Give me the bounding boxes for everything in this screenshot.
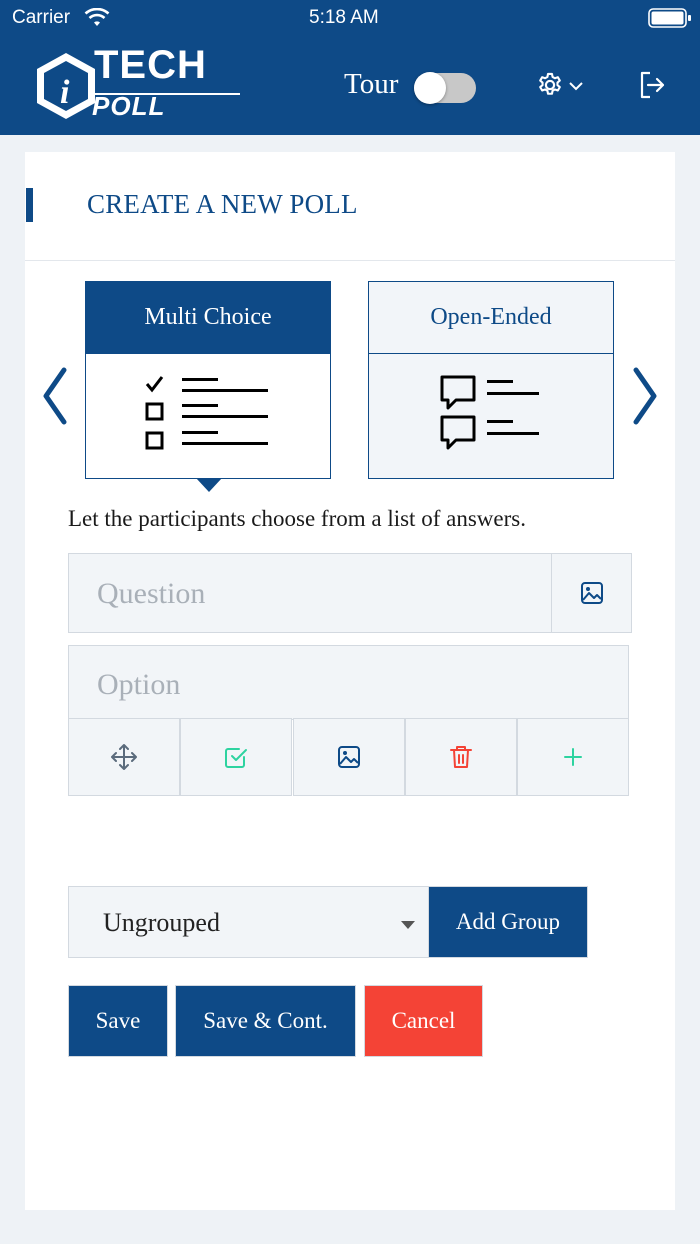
battery-icon <box>648 8 691 28</box>
option-correct-button[interactable] <box>180 718 292 796</box>
add-group-button[interactable]: Add Group <box>428 886 588 958</box>
app-logo: i TECH POLL <box>34 43 244 125</box>
poll-type-label: Open-Ended <box>369 282 613 354</box>
option-add-button[interactable] <box>517 718 629 796</box>
chat-list-icon <box>440 375 539 450</box>
question-placeholder: Question <box>97 577 206 610</box>
title-divider <box>25 260 675 261</box>
page-title: CREATE A NEW POLL <box>87 189 358 219</box>
cancel-button[interactable]: Cancel <box>364 985 483 1057</box>
option-move-button[interactable] <box>68 718 180 796</box>
logo-text-tech: TECH <box>94 43 207 87</box>
question-image-button[interactable] <box>551 553 632 633</box>
clock: 5:18 AM <box>309 7 379 28</box>
logo-hexagon-icon: i <box>37 53 95 119</box>
poll-type-open-ended[interactable]: Open-Ended <box>368 281 614 479</box>
dropdown-caret-icon <box>401 921 415 929</box>
carrier-label: Carrier <box>12 7 71 28</box>
carousel-next-icon[interactable] <box>630 366 662 426</box>
tour-toggle[interactable] <box>414 72 476 104</box>
settings-menu-button[interactable] <box>536 70 588 102</box>
chevron-down-icon <box>569 82 583 91</box>
save-continue-button[interactable]: Save & Cont. <box>175 985 356 1057</box>
trash-icon <box>450 746 472 768</box>
poll-type-multi-choice[interactable]: Multi Choice <box>85 281 331 479</box>
group-select-value: Ungrouped <box>103 908 220 937</box>
option-input[interactable]: Option <box>68 645 629 720</box>
checklist-icon <box>145 376 268 450</box>
option-image-button[interactable] <box>293 718 405 796</box>
move-icon <box>111 744 137 770</box>
question-input[interactable]: Question <box>68 553 553 633</box>
save-button[interactable]: Save <box>68 985 168 1057</box>
option-delete-button[interactable] <box>405 718 517 796</box>
title-accent-bar <box>26 188 33 222</box>
image-icon <box>338 746 360 768</box>
carousel-prev-icon[interactable] <box>38 366 70 426</box>
tour-label: Tour <box>344 68 399 100</box>
wifi-icon <box>84 8 110 26</box>
tour-toggle-knob <box>414 72 446 104</box>
group-select[interactable]: Ungrouped <box>68 886 430 958</box>
logo-text-poll: POLL <box>92 91 166 121</box>
svg-text:i: i <box>60 74 70 111</box>
gear-icon <box>539 72 561 95</box>
option-placeholder: Option <box>97 668 181 701</box>
poll-type-label: Multi Choice <box>86 282 330 354</box>
poll-type-description: Let the participants choose from a list … <box>68 506 526 531</box>
logout-icon[interactable] <box>638 70 666 100</box>
plus-icon <box>564 748 582 766</box>
check-square-icon <box>225 748 247 768</box>
image-icon <box>580 582 603 604</box>
active-tile-pointer <box>196 478 222 492</box>
